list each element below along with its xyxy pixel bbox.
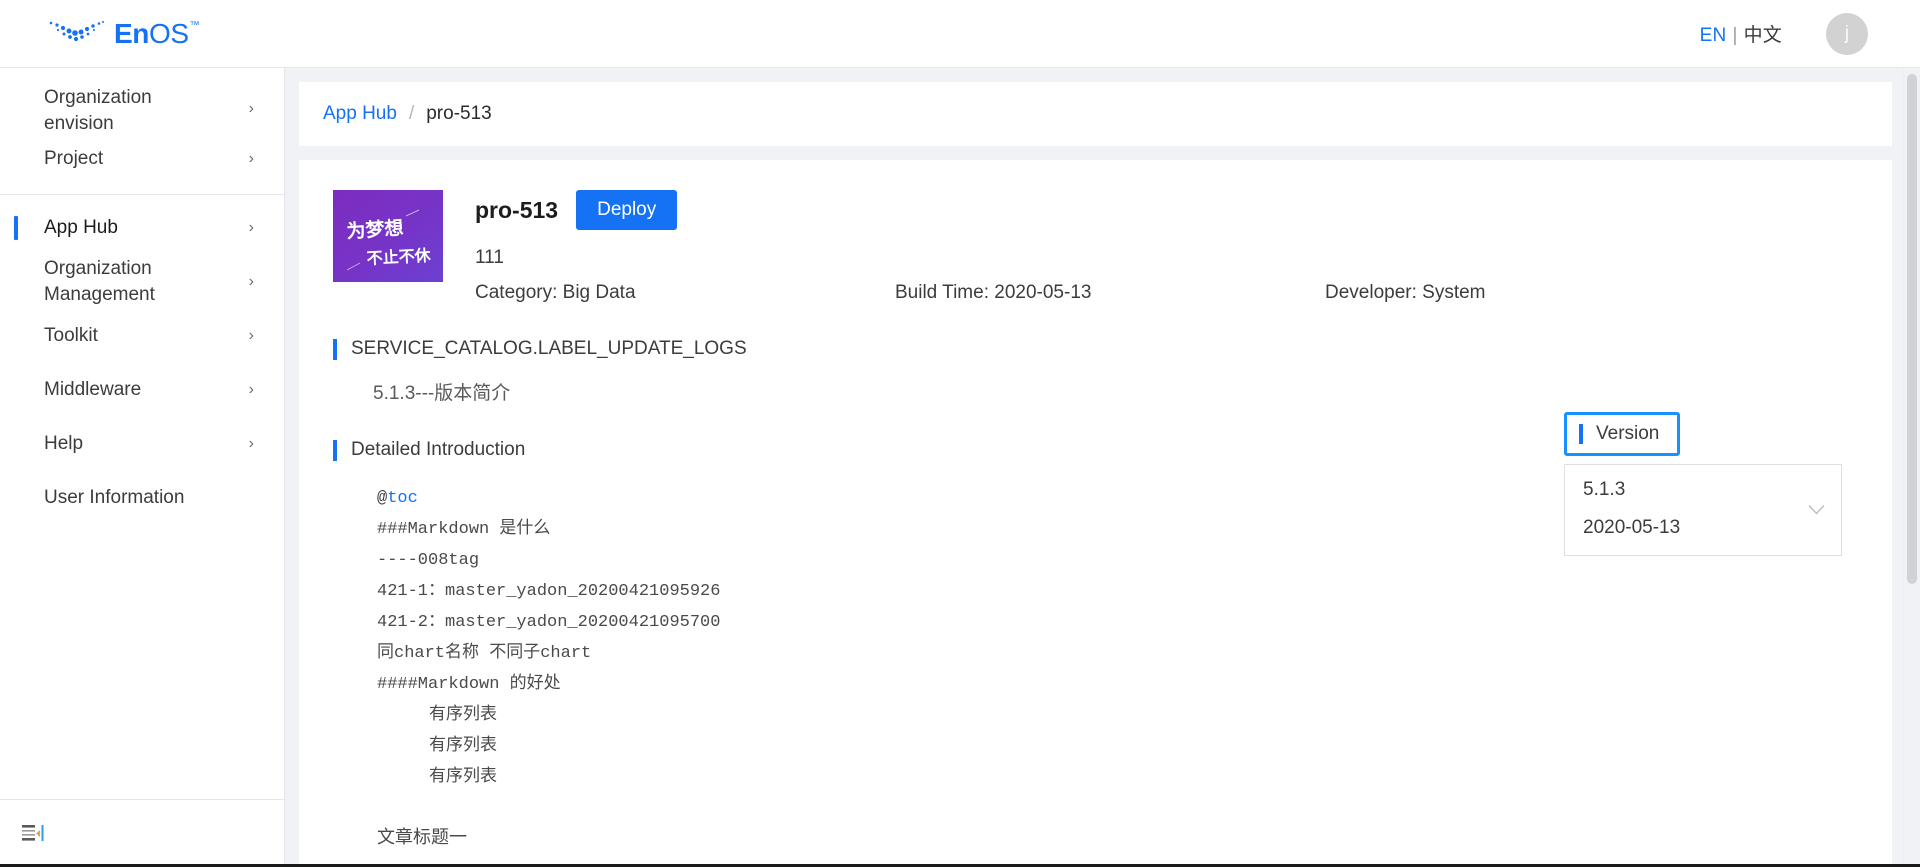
top-bar-right: EN | 中文 j (1700, 12, 1868, 55)
sidebar-nav: Organization envision › Project › App Hu… (0, 68, 284, 525)
version-accent-bar (1579, 424, 1583, 444)
sidebar-item-label: Toolkit (44, 325, 98, 346)
chevron-right-icon: › (248, 327, 254, 344)
language-option-en[interactable]: EN (1700, 25, 1727, 46)
app-thumbnail: 为梦想 不止不休 (333, 190, 443, 282)
sidebar-item-app-hub[interactable]: App Hub › (0, 201, 284, 255)
sidebar-footer (0, 799, 284, 867)
sidebar-item-help[interactable]: Help › (0, 417, 284, 471)
brand-trademark: ™ (189, 19, 200, 31)
sidebar-item-toolkit[interactable]: Toolkit › (0, 309, 284, 363)
sidebar-item-organization-title: Organization (44, 87, 152, 108)
main-content: App Hub / pro-513 为梦想 不止不休 pro-513 Deplo… (285, 68, 1920, 867)
markdown-line: 421-1：master_yadon_20200421095926 (377, 582, 721, 601)
sidebar-divider (0, 194, 284, 195)
sidebar-item-label: Organization envision (44, 85, 239, 137)
markdown-line: 同chart名称 不同子chart (377, 644, 592, 663)
markdown-list-item: 有序列表 (429, 737, 497, 756)
sidebar-item-label: Organization Management (44, 258, 155, 305)
sidebar-item-organization-management[interactable]: Organization Management › (0, 255, 284, 309)
sidebar-item-label: App Hub (44, 217, 118, 238)
sidebar-item-label: Help (44, 433, 84, 454)
markdown-toc-at: @ (377, 489, 388, 508)
markdown-line: ###Markdown 是什么 (377, 520, 551, 539)
app-title-row: pro-513 Deploy (475, 190, 1858, 230)
chevron-right-icon: › (248, 219, 254, 236)
version-label-button[interactable]: Version (1564, 412, 1681, 456)
version-widget: Version 5.1.3 2020-05-13 (1564, 412, 1846, 556)
app-developer: Developer: System (1325, 282, 1486, 303)
update-logs-heading-label: SERVICE_CATALOG.LABEL_UPDATE_LOGS (351, 338, 747, 359)
chevron-right-icon: › (248, 273, 254, 290)
app-facts: Category: Big Data Build Time: 2020-05-1… (475, 282, 1858, 304)
app-category: Category: Big Data (475, 282, 636, 303)
page-title: pro-513 (475, 196, 559, 223)
brand-wordmark: En OS ™ (114, 17, 200, 50)
top-bar: En OS ™ EN | 中文 j (0, 0, 1920, 68)
brand-name-os: OS (148, 17, 189, 49)
brand-logo[interactable]: En OS ™ (48, 17, 200, 50)
sidebar-item-label: Middleware (44, 379, 142, 400)
update-log-entry: 5.1.3---版本简介 (373, 383, 511, 404)
version-selected-date: 2020-05-13 (1583, 517, 1681, 538)
brand-name-en: En (114, 17, 149, 49)
chevron-down-icon[interactable] (1808, 505, 1825, 516)
language-separator: | (1732, 25, 1738, 46)
detailed-introduction-label: Detailed Introduction (351, 439, 526, 460)
sidebar: Organization envision › Project › App Hu… (0, 68, 285, 867)
app-description: 111 (475, 247, 504, 268)
app-header: 为梦想 不止不休 pro-513 Deploy 111 Category: Bi… (333, 190, 1858, 304)
chevron-right-icon: › (248, 381, 254, 398)
version-select[interactable]: 5.1.3 2020-05-13 (1564, 464, 1842, 556)
app-root: En OS ™ EN | 中文 j Organization envision › Pr… (0, 0, 1920, 867)
markdown-line: ####Markdown 的好处 (377, 675, 561, 694)
vertical-scrollbar[interactable] (1903, 68, 1920, 867)
app-thumbnail-artwork-icon: 为梦想 不止不休 (333, 190, 443, 282)
markdown-toc-link[interactable]: toc (387, 489, 418, 508)
sidebar-item-middleware[interactable]: Middleware › (0, 363, 284, 417)
sidebar-item-user-information[interactable]: User Information (0, 471, 284, 525)
sidebar-item-label: User Information (44, 487, 185, 508)
language-switcher: EN | 中文 (1700, 20, 1782, 47)
sidebar-collapse-icon[interactable] (22, 824, 44, 844)
app-meta: pro-513 Deploy 111 Category: Big Data Bu… (475, 190, 1858, 304)
section-accent-bar (333, 439, 337, 461)
chevron-right-icon: › (248, 150, 254, 167)
breadcrumb-link-app-hub[interactable]: App Hub (323, 103, 397, 125)
app-detail-card: 为梦想 不止不休 pro-513 Deploy 111 Category: Bi… (299, 160, 1892, 867)
breadcrumb: App Hub / pro-513 (299, 82, 1892, 146)
update-logs-heading: SERVICE_CATALOG.LABEL_UPDATE_LOGS (333, 338, 1858, 360)
markdown-line: ----008tag (377, 551, 480, 570)
sidebar-item-organization[interactable]: Organization envision › (0, 76, 284, 134)
markdown-list-item: 有序列表 (429, 706, 497, 725)
svg-text:不止不休: 不止不休 (366, 246, 432, 268)
markdown-tail-line: 文章标题一 (377, 827, 467, 847)
section-accent-bar (333, 338, 337, 360)
chevron-right-icon: › (248, 435, 254, 452)
version-selected-number: 5.1.3 (1583, 479, 1626, 500)
markdown-line: 421-2：master_yadon_20200421095700 (377, 613, 721, 632)
breadcrumb-current: pro-513 (426, 103, 492, 124)
version-label: Version (1596, 423, 1660, 444)
sidebar-item-label: Project (44, 148, 104, 169)
chevron-right-icon: › (248, 99, 254, 117)
language-option-zh[interactable]: 中文 (1744, 25, 1782, 46)
svg-text:为梦想: 为梦想 (346, 216, 404, 243)
sidebar-item-project[interactable]: Project › (0, 132, 284, 186)
markdown-list-item: 有序列表 (429, 768, 497, 787)
breadcrumb-separator: / (408, 103, 415, 124)
app-build-time: Build Time: 2020-05-13 (895, 282, 1092, 303)
avatar[interactable]: j (1826, 12, 1868, 55)
enos-dots-logo-icon (49, 20, 104, 41)
deploy-button[interactable]: Deploy (576, 190, 678, 230)
scrollbar-thumb[interactable] (1907, 74, 1917, 584)
